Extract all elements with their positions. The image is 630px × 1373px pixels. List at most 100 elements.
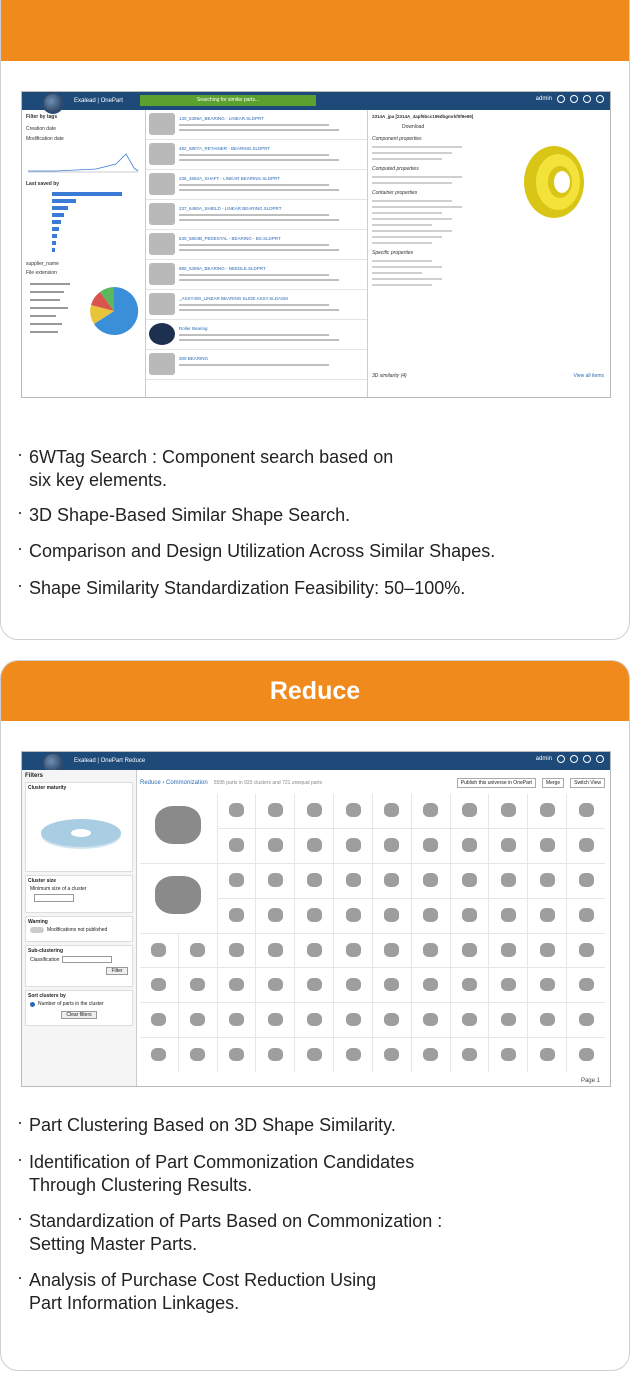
section-specific-properties[interactable]: Specific properties: [372, 250, 606, 256]
user-name[interactable]: admin: [536, 96, 552, 102]
part-cell[interactable]: [256, 828, 295, 863]
part-cell[interactable]: [411, 828, 450, 863]
filter-button[interactable]: Filter: [106, 967, 128, 975]
download-button[interactable]: Download: [402, 124, 606, 130]
file-extension-filter[interactable]: File extension: [26, 270, 141, 276]
part-cell[interactable]: [489, 1038, 528, 1072]
cluster-thumbnail[interactable]: [140, 794, 217, 863]
part-cell[interactable]: [450, 933, 489, 968]
part-cell[interactable]: [178, 1038, 217, 1072]
part-cell[interactable]: [334, 968, 372, 1003]
part-cell[interactable]: [528, 1038, 567, 1072]
sort-radio[interactable]: [30, 1001, 35, 1007]
part-cell[interactable]: [256, 968, 295, 1003]
part-cell[interactable]: [295, 968, 334, 1003]
part-cell[interactable]: [489, 1003, 528, 1038]
result-item[interactable]: 236_4662A_SHAFT - LINEAR BEARING.SLDPRT: [146, 170, 367, 200]
part-cell[interactable]: [450, 794, 489, 828]
publish-button[interactable]: Publish this universe in OnePart: [456, 778, 536, 788]
part-cell[interactable]: [567, 898, 605, 933]
part-cell[interactable]: [567, 794, 605, 828]
part-cell[interactable]: [295, 828, 334, 863]
part-cell[interactable]: [334, 898, 372, 933]
part-cell[interactable]: [334, 1003, 372, 1038]
part-cell[interactable]: [411, 1003, 450, 1038]
part-cell[interactable]: [528, 933, 567, 968]
part-cell[interactable]: [140, 1003, 178, 1038]
switch-view-button[interactable]: Switch View: [570, 778, 605, 788]
part-cell[interactable]: [372, 828, 411, 863]
part-cell[interactable]: [450, 1038, 489, 1072]
part-cell[interactable]: [567, 863, 605, 898]
part-cell[interactable]: [528, 1003, 567, 1038]
part-cell[interactable]: [256, 933, 295, 968]
breadcrumb[interactable]: Reduce › Commonization: [140, 780, 208, 786]
part-cell[interactable]: [295, 863, 334, 898]
min-size-input[interactable]: [34, 894, 74, 902]
part-cell[interactable]: [489, 828, 528, 863]
part-cell[interactable]: [450, 898, 489, 933]
part-cell[interactable]: [372, 933, 411, 968]
part-cell[interactable]: [528, 863, 567, 898]
part-cell[interactable]: [140, 933, 178, 968]
part-cell[interactable]: [178, 933, 217, 968]
search-status-bar[interactable]: Searching for similar parts...: [140, 95, 316, 106]
part-cell[interactable]: [489, 898, 528, 933]
home-icon[interactable]: [583, 95, 591, 103]
result-item[interactable]: 880_5369A_BEARING - NEEDLE.SLDPRT: [146, 260, 367, 290]
part-cell[interactable]: [295, 933, 334, 968]
part-cell[interactable]: [450, 828, 489, 863]
part-cell[interactable]: [334, 828, 372, 863]
result-item[interactable]: 482_6807A_RETAINER - BEARING.SLDPRT: [146, 140, 367, 170]
part-cell[interactable]: [528, 898, 567, 933]
part-cell[interactable]: [411, 794, 450, 828]
part-cell[interactable]: [411, 863, 450, 898]
part-cell[interactable]: [178, 1003, 217, 1038]
part-cell[interactable]: [295, 1038, 334, 1072]
user-icon[interactable]: [557, 95, 565, 103]
part-cell[interactable]: [411, 898, 450, 933]
result-item[interactable]: 237_6480A_SHIELD - LINEAR BEARING.SLDPRT: [146, 200, 367, 230]
user-icon[interactable]: [557, 755, 565, 763]
user-name[interactable]: admin: [536, 756, 552, 762]
clear-filters-button[interactable]: Clear filters: [61, 1011, 97, 1019]
result-item[interactable]: 300 BEARING: [146, 350, 367, 380]
part-cell[interactable]: [217, 1003, 256, 1038]
part-cell[interactable]: [372, 794, 411, 828]
merge-button[interactable]: Merge: [541, 778, 565, 788]
part-cell[interactable]: [450, 863, 489, 898]
part-cell[interactable]: [411, 933, 450, 968]
part-cell[interactable]: [217, 898, 256, 933]
part-cell[interactable]: [372, 863, 411, 898]
part-cell[interactable]: [372, 1038, 411, 1072]
part-cell[interactable]: [217, 828, 256, 863]
pagination[interactable]: Page 1: [581, 1078, 600, 1084]
part-cell[interactable]: [256, 863, 295, 898]
part-cell[interactable]: [334, 1038, 372, 1072]
part-cell[interactable]: [528, 968, 567, 1003]
part-cell[interactable]: [217, 794, 256, 828]
part-cell[interactable]: [489, 933, 528, 968]
part-cell[interactable]: [334, 794, 372, 828]
part-cell[interactable]: [334, 863, 372, 898]
part-cell[interactable]: [217, 933, 256, 968]
part-cell[interactable]: [256, 1003, 295, 1038]
part-cell[interactable]: [567, 828, 605, 863]
help-icon[interactable]: [596, 755, 604, 763]
help-icon[interactable]: [596, 95, 604, 103]
part-cell[interactable]: [567, 933, 605, 968]
last-saved-by-filter[interactable]: Last saved by: [26, 181, 141, 187]
part-cell[interactable]: [295, 1003, 334, 1038]
part-cell[interactable]: [372, 1003, 411, 1038]
share-icon[interactable]: [570, 95, 578, 103]
part-cell[interactable]: [217, 968, 256, 1003]
share-icon[interactable]: [570, 755, 578, 763]
part-cell[interactable]: [256, 794, 295, 828]
part-cell[interactable]: [217, 863, 256, 898]
part-cell[interactable]: [567, 1038, 605, 1072]
part-cell[interactable]: [295, 898, 334, 933]
part-cell[interactable]: [178, 968, 217, 1003]
home-icon[interactable]: [583, 755, 591, 763]
part-cell[interactable]: [140, 968, 178, 1003]
view-all-link[interactable]: View all items: [574, 373, 604, 379]
